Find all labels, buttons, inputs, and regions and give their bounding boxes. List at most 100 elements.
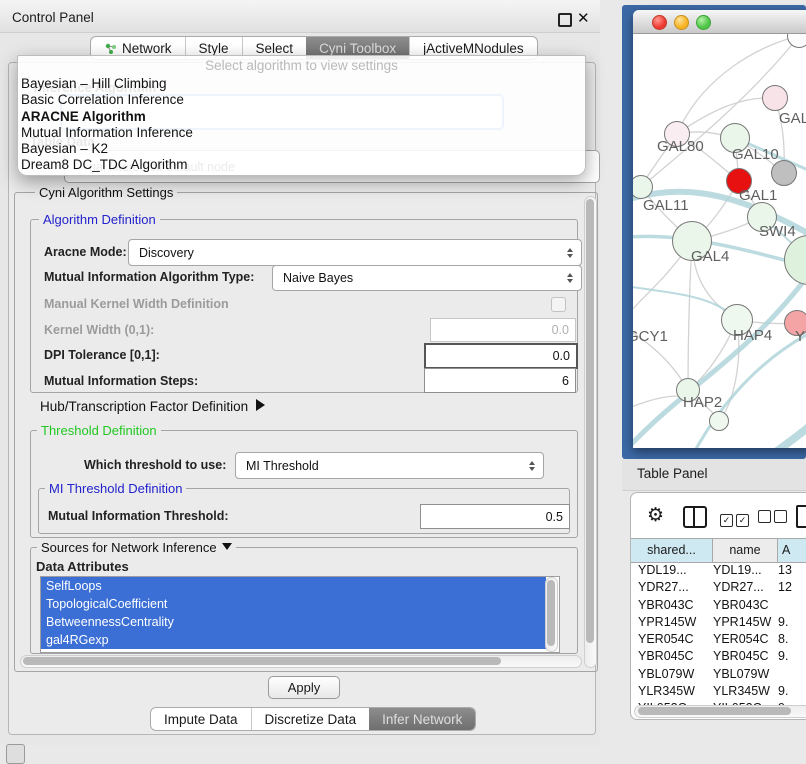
table-row[interactable]: YDL19...YDL19...13 <box>631 562 806 579</box>
network-node[interactable] <box>709 411 729 431</box>
table-row[interactable]: YPR145WYPR145W9. <box>631 614 806 631</box>
node-label: GCY1 <box>633 328 668 345</box>
dropdown-placeholder: Select algorithm to view settings <box>18 56 585 76</box>
table-cell <box>778 666 806 683</box>
table-row[interactable]: YER054CYER054C8. <box>631 631 806 648</box>
table-cell: 9. <box>778 614 806 631</box>
spinner-icon <box>524 461 540 471</box>
mi-threshold-group-title: MI Threshold Definition <box>45 481 186 496</box>
algorithm-option[interactable]: ARACNE Algorithm <box>18 109 585 125</box>
table-cell: YLR345W <box>713 683 778 700</box>
table-cell: YDL19... <box>631 562 713 579</box>
network-node[interactable] <box>771 160 797 186</box>
deselect-all-columns-icon[interactable] <box>758 510 790 528</box>
control-panel-window: Control Panel ✕ NetworkStyleSelectCyni T… <box>0 0 600 745</box>
algorithm-dropdown-popup: Select algorithm to view settings Bayesi… <box>17 55 586 176</box>
attribute-list-item[interactable]: TopologicalCoefficient <box>41 595 546 613</box>
split-columns-icon[interactable] <box>683 506 707 528</box>
aracne-mode-value: Discovery <box>139 246 194 260</box>
tab-label: Style <box>199 41 229 56</box>
attribute-list-item[interactable]: SelfLoops <box>41 577 546 595</box>
network-canvas[interactable]: GALGAL80GAL10GAL1GAL11SWI4GAL4GCY1HAP4YH… <box>633 34 806 448</box>
algorithm-option[interactable]: Bayesian – K2 <box>18 141 585 157</box>
which-threshold-combobox[interactable]: MI Threshold <box>235 452 544 479</box>
close-window-icon[interactable]: ✕ <box>577 9 590 27</box>
table-cell: YDL19... <box>713 562 778 579</box>
aracne-mode-combobox[interactable]: Discovery <box>128 239 582 266</box>
attribute-list-item[interactable]: BetweennessCentrality <box>41 613 546 631</box>
table-cell: 9. <box>778 683 806 700</box>
node-label: SWI4 <box>759 223 796 240</box>
table-row[interactable]: YBR045CYBR045C9. <box>631 648 806 665</box>
bottom-tabs: Impute Data Discretize Data Infer Network <box>150 707 476 731</box>
dpi-tolerance-field[interactable]: 0.0 <box>424 343 578 369</box>
dpi-tolerance-label: DPI Tolerance [0,1]: <box>44 348 160 362</box>
mi-threshold-field[interactable]: 0.5 <box>420 504 570 529</box>
table-row[interactable]: YLR345WYLR345W9. <box>631 683 806 700</box>
tab-label: Select <box>256 41 294 56</box>
mi-type-combobox[interactable]: Naive Bayes <box>272 265 582 291</box>
tab-discretize-data[interactable]: Discretize Data <box>251 708 370 730</box>
network-window: GALGAL80GAL10GAL1GAL11SWI4GAL4GCY1HAP4YH… <box>633 10 806 448</box>
table-row[interactable]: YBL079WYBL079W <box>631 666 806 683</box>
table-cell: YBL079W <box>631 666 713 683</box>
gear-icon[interactable]: ⚙ <box>647 506 664 525</box>
tab-label: Impute Data <box>164 712 238 727</box>
attributes-scrollbar[interactable] <box>545 577 558 652</box>
column-header[interactable]: shared... <box>631 539 713 562</box>
float-window-icon[interactable] <box>558 13 572 27</box>
network-icon <box>104 42 117 55</box>
node-label: GAL11 <box>643 197 689 214</box>
kernel-width-field[interactable]: 0.0 <box>430 318 576 342</box>
settings-hscrollbar[interactable] <box>20 655 582 668</box>
table-row[interactable]: YBR043CYBR043C <box>631 597 806 614</box>
column-header[interactable]: name <box>713 539 778 562</box>
tab-label: jActiveMNodules <box>423 41 524 56</box>
node-label: GAL10 <box>732 146 779 163</box>
node-label: GAL4 <box>691 248 729 265</box>
network-node[interactable] <box>762 85 788 111</box>
control-panel-titlebar: Control Panel ✕ <box>0 0 600 33</box>
hub-section-toggle[interactable]: Hub/Transcription Factor Definition <box>40 399 265 414</box>
tab-label: Infer Network <box>382 712 462 727</box>
collapsed-arrow-icon <box>256 399 265 411</box>
tab-label: Cyni Toolbox <box>319 41 396 56</box>
mi-steps-field[interactable]: 6 <box>424 368 576 393</box>
algorithm-option[interactable]: Bayesian – Hill Climbing <box>18 76 585 92</box>
table-panel-title: Table Panel <box>637 466 708 481</box>
tab-impute-data[interactable]: Impute Data <box>151 708 251 730</box>
table-panel-bar: Table Panel <box>622 459 806 491</box>
table-hscrollbar[interactable] <box>634 705 806 718</box>
zoom-traffic-light-icon[interactable] <box>696 15 711 30</box>
select-all-columns-icon[interactable]: ✓✓ <box>720 510 752 528</box>
algorithm-option[interactable]: Dream8 DC_TDC Algorithm <box>18 157 585 173</box>
collapsed-panel-icon[interactable] <box>6 744 25 764</box>
table-row[interactable]: YDR27...YDR27...12 <box>631 579 806 596</box>
expanded-arrow-icon <box>222 543 232 550</box>
mi-steps-label: Mutual Information Steps: <box>44 374 198 388</box>
data-attributes-list: SelfLoopsTopologicalCoefficientBetweenne… <box>40 576 560 653</box>
tab-infer-network[interactable]: Infer Network <box>369 708 475 730</box>
settings-group-title: Cyni Algorithm Settings <box>35 185 177 200</box>
algorithm-option[interactable]: Mutual Information Inference <box>18 125 585 141</box>
attribute-list-item[interactable]: gal4RGexp <box>41 631 546 649</box>
mi-type-label: Mutual Information Algorithm Type: <box>44 270 254 284</box>
algorithm-definition-title: Algorithm Definition <box>39 212 160 227</box>
node-label: GAL80 <box>657 138 704 155</box>
column-header[interactable]: A <box>778 539 806 562</box>
minimize-traffic-light-icon[interactable] <box>674 15 689 30</box>
settings-scrollbar[interactable] <box>584 196 597 668</box>
threshold-definition-title: Threshold Definition <box>37 423 161 438</box>
spinner-icon <box>562 248 578 258</box>
manual-kernel-checkbox[interactable] <box>551 297 566 312</box>
network-window-titlebar[interactable] <box>633 10 806 34</box>
algorithm-option[interactable]: Basic Correlation Inference <box>18 92 585 108</box>
apply-button[interactable]: Apply <box>268 676 340 699</box>
table-cell: YPR145W <box>713 614 778 631</box>
table-cell: 8. <box>778 631 806 648</box>
export-table-icon[interactable] <box>796 505 806 528</box>
which-threshold-label: Which threshold to use: <box>84 458 226 472</box>
close-traffic-light-icon[interactable] <box>652 15 667 30</box>
aracne-mode-label: Aracne Mode: <box>44 245 127 259</box>
control-panel-title: Control Panel <box>12 10 94 25</box>
